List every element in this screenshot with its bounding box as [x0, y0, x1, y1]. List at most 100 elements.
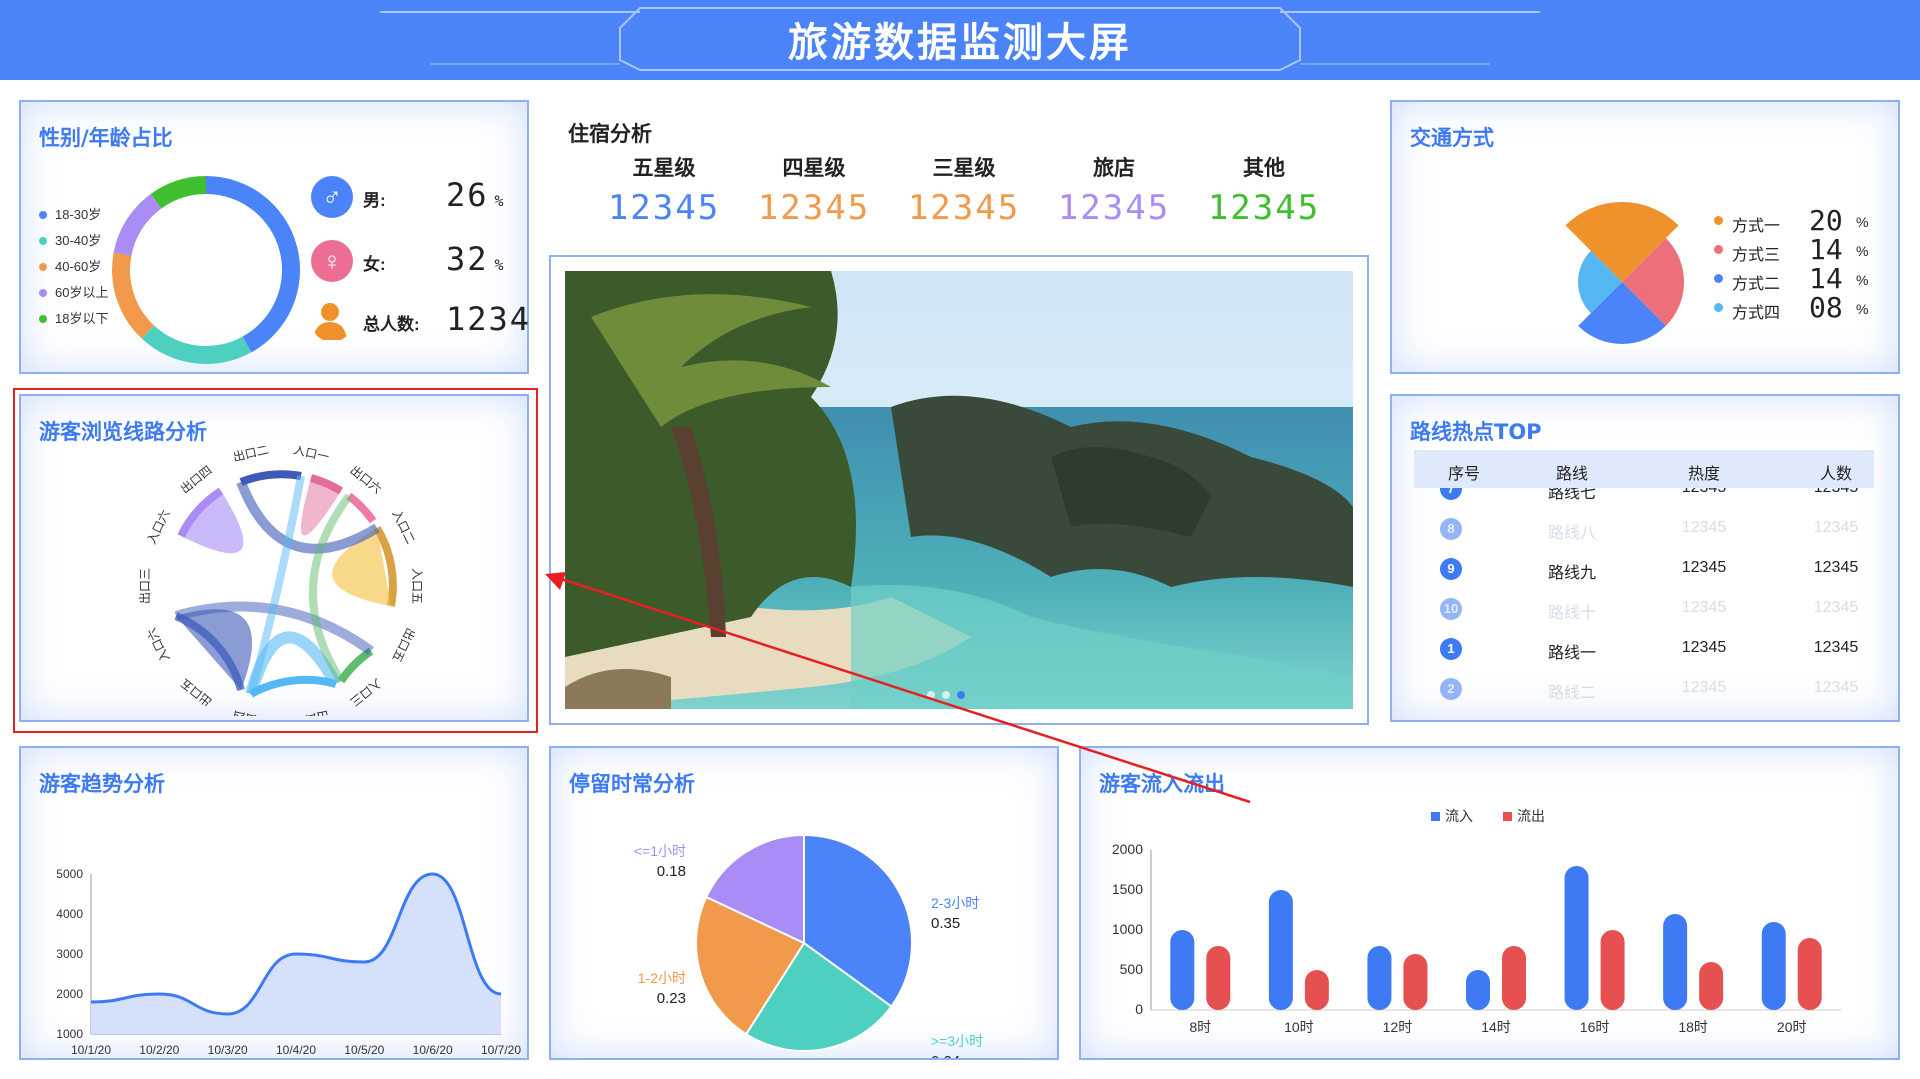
- accommodation-item: 三星级 12345: [894, 152, 1034, 228]
- legend-item: 18岁以下: [39, 306, 108, 332]
- accommodation-item: 四星级 12345: [744, 152, 884, 228]
- column-header: 序号: [1447, 466, 1480, 483]
- x-tick-label: 10/2/20: [139, 1043, 179, 1057]
- route-table-body[interactable]: 7 路线七 12345 12345 8 路线八 12345 12345 9 路线九 12345 123…: [1414, 488, 1874, 704]
- accommodation-item: 其他 12345: [1194, 152, 1334, 228]
- donut-segment: [206, 176, 300, 353]
- y-tick-label: 2000: [1112, 841, 1143, 857]
- legend-label: 60岁以上: [55, 285, 109, 300]
- accommodation-label: 其他: [1243, 156, 1285, 180]
- table-row[interactable]: 1 路线一 12345 12345: [1414, 628, 1874, 668]
- count-value: 12345: [1786, 488, 1874, 497]
- legend-dot: [39, 237, 47, 245]
- header-bar: 旅游数据监测大屏: [0, 0, 1920, 80]
- y-tick-label: 1000: [56, 1027, 83, 1041]
- route-name: 路线二: [1547, 685, 1596, 702]
- table-row[interactable]: 9 路线九 12345 12345: [1414, 548, 1874, 588]
- route-name: 路线十: [1547, 605, 1596, 622]
- accommodation-value: 12345: [607, 188, 721, 228]
- legend-label: 30-40岁: [55, 233, 102, 248]
- legend-label: 方式四: [1732, 305, 1781, 322]
- legend-item: 18-30岁: [39, 202, 108, 228]
- legend-label: 方式二: [1732, 276, 1781, 293]
- bar: [1268, 890, 1293, 1010]
- male-value: 26%: [446, 176, 506, 214]
- route-name: 路线一: [1547, 645, 1596, 662]
- table-row[interactable]: 10 路线十 12345 12345: [1414, 588, 1874, 628]
- transport-legend-item: 方式三 14%: [1714, 233, 1874, 266]
- legend-dot: [1714, 216, 1723, 225]
- y-tick-label: 5000: [56, 867, 83, 881]
- stay-panel: 停留时常分析 2-3小时0.35>=3小时0.241-2小时0.23<=1小时0…: [549, 746, 1059, 1060]
- bar: [1663, 914, 1688, 1010]
- accommodation-label: 四星级: [782, 156, 846, 180]
- age-legend: 18-30岁 30-40岁 40-60岁 60岁以上 18岁以下: [39, 202, 108, 332]
- transport-legend-item: 方式一 20%: [1714, 204, 1874, 237]
- slice-name: <=1小时: [634, 843, 686, 859]
- donut-segment: [113, 193, 162, 256]
- gender-age-panel: 性别/年龄占比 18-30岁 30-40岁 40-60岁 60岁以上 18岁以下 ♂ 男…: [19, 100, 529, 374]
- legend-unit: %: [1856, 214, 1869, 230]
- count-value: 12345: [1813, 519, 1859, 536]
- x-tick-label: 10/4/20: [276, 1043, 316, 1057]
- count-value: 12345: [1813, 559, 1859, 576]
- x-tick-label: 12时: [1383, 1019, 1413, 1035]
- male-label: 男:: [363, 191, 386, 210]
- legend-dot: [39, 211, 47, 219]
- transport-legend-item: 方式二 14%: [1714, 262, 1874, 295]
- slice-name: 2-3小时: [931, 895, 979, 911]
- female-value: 32%: [446, 240, 506, 278]
- route-table-header: 序号 路线 热度 人数: [1414, 450, 1874, 488]
- flow-panel: 游客流入流出 2000 1500 1000 500 0 8时 10时 12时 14时 16时 18时…: [1079, 746, 1900, 1060]
- x-tick-label: 8时: [1189, 1019, 1211, 1035]
- highlight-box: [13, 388, 538, 733]
- bar: [1502, 946, 1526, 1010]
- table-row[interactable]: 8 路线八 12345 12345: [1414, 508, 1874, 548]
- page-title: 旅游数据监测大屏: [788, 20, 1132, 66]
- accommodation-label: 三星级: [932, 156, 996, 180]
- table-row[interactable]: 7 路线七 12345 12345: [1414, 488, 1874, 508]
- bar: [1170, 930, 1195, 1010]
- x-tick-label: 10/1/20: [71, 1043, 111, 1057]
- panel-title: 路线热点TOP: [1410, 420, 1542, 444]
- panel-title: 性别/年龄占比: [39, 126, 173, 150]
- trend-area-chart: 5000 4000 3000 2000 1000 10/1/20 10/2/20 10/3/2…: [56, 867, 521, 1057]
- bar: [1466, 970, 1490, 1010]
- legend-label: 流入: [1445, 808, 1473, 824]
- y-tick-label: 3000: [56, 947, 83, 961]
- flow-bar-chart: 2000 1500 1000 500 0 8时 10时 12时 14时 16时 18时 20时 流入 流出: [1112, 808, 1841, 1035]
- female-label: 女:: [363, 255, 386, 274]
- male-number: 26: [446, 176, 489, 214]
- heat-value: 12345: [1681, 559, 1727, 576]
- age-donut-chart: [112, 176, 300, 364]
- female-number: 32: [446, 240, 489, 278]
- count-value: 12345: [1813, 599, 1859, 616]
- heat-value: 12345: [1681, 519, 1727, 536]
- trend-panel: 游客趋势分析 5000 4000 3000 2000 1000 10/1/20 10/2/2…: [19, 746, 529, 1060]
- female-stat: ♀ 女: 32%: [311, 238, 531, 284]
- heat-value: 12345: [1681, 639, 1727, 656]
- legend-dot: [39, 315, 47, 323]
- legend-swatch: [1503, 812, 1512, 821]
- rank-badge: 9: [1440, 558, 1462, 580]
- bar: [1367, 946, 1392, 1010]
- male-unit: %: [494, 192, 506, 210]
- heat-value: 12345: [1681, 599, 1727, 616]
- total-label: 总人数:: [363, 315, 420, 334]
- scenic-photo: [565, 271, 1353, 709]
- scenic-photo-carousel[interactable]: [549, 255, 1369, 725]
- person-icon: [313, 303, 347, 340]
- legend-dot: [39, 263, 47, 271]
- x-tick-label: 10/6/20: [413, 1043, 453, 1057]
- bar: [1699, 962, 1724, 1010]
- panel-title: 交通方式: [1410, 126, 1494, 150]
- table-row[interactable]: 2 路线二 12345 12345: [1414, 668, 1874, 704]
- legend-dot: [1714, 245, 1723, 254]
- legend-dot: [39, 289, 47, 297]
- y-tick-label: 2000: [56, 987, 83, 1001]
- rank-badge: 1: [1440, 638, 1462, 660]
- rank-badge: 8: [1440, 518, 1462, 540]
- accommodation-label: 五星级: [632, 156, 696, 180]
- transport-legend-item: 方式四 08%: [1714, 291, 1874, 324]
- x-tick-label: 10/5/20: [344, 1043, 384, 1057]
